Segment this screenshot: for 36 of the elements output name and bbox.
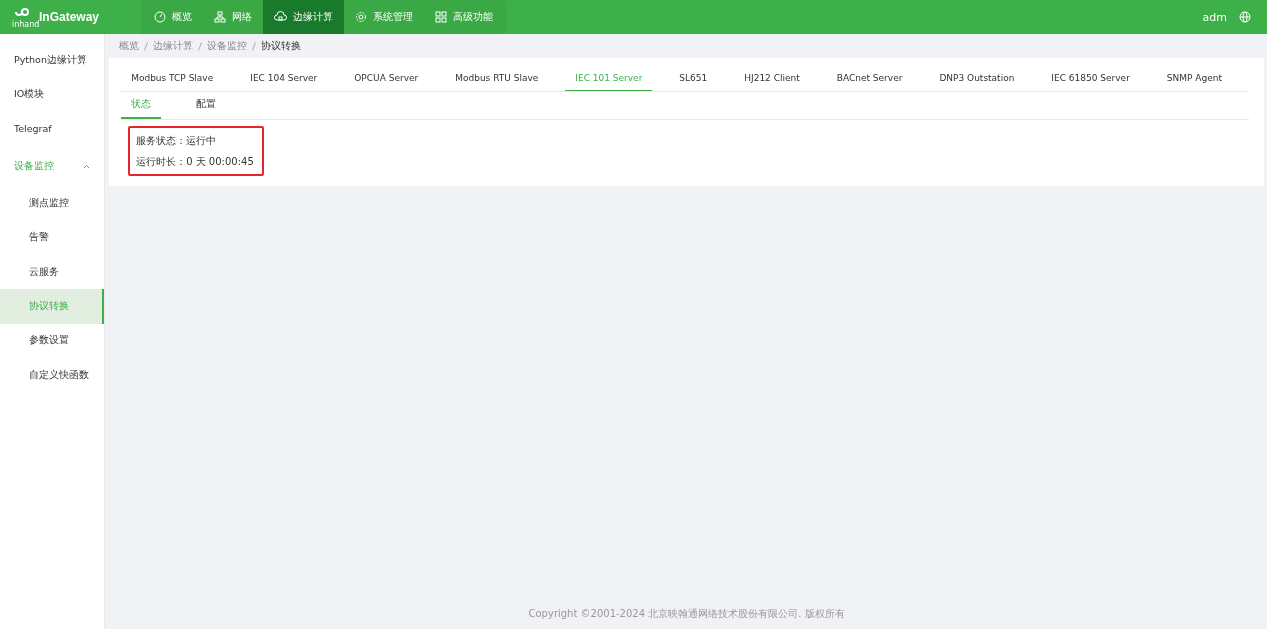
- status-text: 运行时长：0 天 00:00:45: [136, 155, 254, 169]
- protocol-tab[interactable]: Modbus RTU Slave: [445, 66, 549, 91]
- protocol-tab[interactable]: BACnet Server: [826, 66, 913, 91]
- sidebar-item[interactable]: 自定义快函数: [0, 358, 105, 393]
- nav-tab[interactable]: 边缘计算: [263, 0, 344, 34]
- globe-icon[interactable]: [1239, 11, 1251, 23]
- logo-text: InGateway: [39, 10, 100, 24]
- sidebar-item[interactable]: 测点监控: [0, 186, 105, 221]
- grid-icon: [435, 11, 447, 23]
- sidebar-item[interactable]: 参数设置: [0, 323, 105, 359]
- cloud-icon: [274, 11, 287, 23]
- protocol-tab[interactable]: IEC 61850 Server: [1041, 66, 1140, 91]
- protocol-tab[interactable]: DNP3 Outstation: [929, 66, 1025, 91]
- sidebar-item[interactable]: Python边缘计算: [0, 43, 105, 78]
- separator-icon: [198, 41, 203, 51]
- sidebar-item[interactable]: IO模块: [0, 77, 105, 112]
- sidebar-item[interactable]: 告警: [0, 220, 105, 255]
- separator-icon: [144, 41, 149, 51]
- gauge-icon: [154, 11, 166, 23]
- separator-icon: [252, 41, 257, 51]
- breadcrumb-item: 协议转换: [261, 39, 302, 53]
- chevron-icon: [83, 163, 91, 169]
- sidebar-item[interactable]: Telegraf: [0, 111, 105, 147]
- sub-tab[interactable]: 配置: [186, 92, 227, 119]
- gear-icon: [355, 11, 367, 23]
- protocol-tab[interactable]: HJ212 Client: [734, 66, 810, 91]
- logo-subtext: inhand: [12, 20, 40, 29]
- copyright-text: Copyright ©2001-2024 北京映翰通网络技术股份有限公司. 版权所有: [528, 607, 845, 621]
- network-icon: [214, 11, 226, 23]
- protocol-tab[interactable]: SNMP Agent: [1156, 66, 1232, 91]
- protocol-tab[interactable]: IEC 104 Server: [240, 66, 328, 91]
- protocol-tab[interactable]: Modbus TCP Slave: [121, 66, 224, 91]
- status-text: 服务状态：运行中: [136, 134, 217, 148]
- protocol-tab[interactable]: SL651: [669, 66, 718, 91]
- sidebar-item[interactable]: 云服务: [0, 254, 105, 290]
- protocol-tab[interactable]: OPCUA Server: [344, 66, 429, 91]
